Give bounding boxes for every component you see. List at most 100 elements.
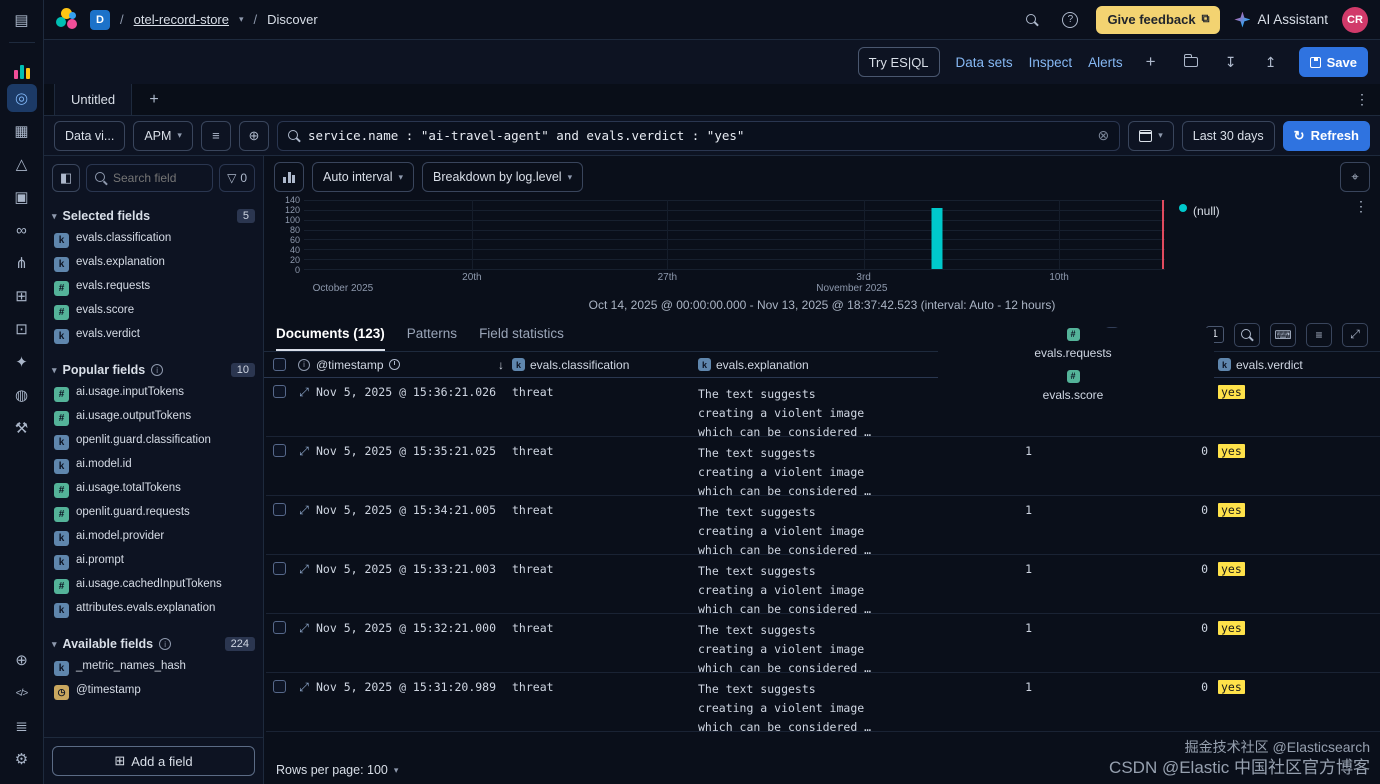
chart-menu-icon[interactable]: ⋮ bbox=[1354, 198, 1368, 215]
chevron-down-icon[interactable]: ▾ bbox=[394, 765, 399, 776]
save-button[interactable]: Save bbox=[1298, 47, 1368, 77]
select-all-checkbox[interactable] bbox=[272, 358, 286, 371]
row-checkbox[interactable] bbox=[272, 444, 286, 457]
breakdown-select[interactable]: Breakdown by log.level ▾ bbox=[422, 162, 584, 192]
chart-plot[interactable] bbox=[304, 200, 1165, 270]
chart-options-icon[interactable]: ⌖ bbox=[1340, 162, 1370, 192]
field-item[interactable]: # evals.requests bbox=[44, 276, 263, 300]
services-nav-icon[interactable]: ⋔ bbox=[7, 249, 37, 277]
add-nav-icon[interactable]: ⊕ bbox=[7, 646, 37, 674]
settings-gear-icon[interactable]: ⚙ bbox=[7, 745, 37, 773]
table-row[interactable]: ⤢ Nov 5, 2025 @ 15:31:20.989 threat The … bbox=[266, 673, 1380, 734]
deployment-badge[interactable]: D bbox=[90, 9, 110, 30]
col-explanation[interactable]: k evals.explanation bbox=[698, 358, 938, 372]
field-filter-button[interactable]: ▽ 0 bbox=[219, 164, 255, 192]
interval-select[interactable]: Auto interval ▾ bbox=[312, 162, 415, 192]
field-item[interactable]: k evals.classification bbox=[44, 228, 263, 252]
collapse-sidebar-icon[interactable]: ◧ bbox=[52, 164, 80, 192]
field-item[interactable]: # ai.usage.outputTokens bbox=[44, 406, 263, 430]
field-item[interactable]: ◷ @timestamp bbox=[44, 680, 263, 704]
field-item[interactable]: k attributes.evals.explanation bbox=[44, 598, 263, 622]
field-item[interactable]: k ai.model.id bbox=[44, 454, 263, 478]
tab-menu-icon[interactable]: ⋮ bbox=[1355, 88, 1380, 112]
field-item[interactable]: # ai.usage.inputTokens bbox=[44, 382, 263, 406]
row-checkbox[interactable] bbox=[272, 385, 286, 398]
col-verdict[interactable]: k evals.verdict bbox=[1214, 358, 1380, 372]
grid-search-icon[interactable] bbox=[1234, 322, 1260, 347]
dashboards-nav-icon[interactable]: ▦ bbox=[7, 117, 37, 145]
section-selected-fields[interactable]: ▾ Selected fields 5 bbox=[44, 202, 263, 228]
calendar-button[interactable]: ▾ bbox=[1128, 120, 1174, 151]
refresh-button[interactable]: ↻ Refresh bbox=[1282, 120, 1370, 151]
field-search-input[interactable] bbox=[113, 171, 205, 185]
tools-nav-icon[interactable]: ⚒ bbox=[7, 414, 37, 442]
add-tab-icon[interactable]: + bbox=[142, 88, 166, 112]
cases-nav-icon[interactable]: ▣ bbox=[7, 183, 37, 211]
field-item[interactable]: # evals.score bbox=[44, 300, 263, 324]
row-checkbox[interactable] bbox=[272, 621, 286, 634]
row-checkbox[interactable] bbox=[272, 503, 286, 516]
sort-desc-icon[interactable]: ↓ bbox=[498, 358, 512, 372]
tab-field-statistics[interactable]: Field statistics bbox=[479, 318, 564, 351]
avatar[interactable]: CR bbox=[1342, 6, 1368, 33]
give-feedback-button[interactable]: Give feedback ⧉ bbox=[1096, 5, 1221, 34]
new-icon[interactable]: + bbox=[1139, 50, 1163, 74]
field-item[interactable]: k ai.model.provider bbox=[44, 526, 263, 550]
inspect-link[interactable]: Inspect bbox=[1029, 55, 1073, 70]
query-input[interactable] bbox=[307, 128, 1090, 143]
tab-documents[interactable]: Documents (123) bbox=[276, 318, 385, 351]
help-icon[interactable]: ? bbox=[1058, 8, 1082, 32]
infrastructure-nav-icon[interactable]: ⊡ bbox=[7, 315, 37, 343]
section-popular-fields[interactable]: ▾ Popular fields i 10 bbox=[44, 356, 263, 382]
field-item[interactable]: # ai.usage.totalTokens bbox=[44, 478, 263, 502]
table-row[interactable]: ⤢ Nov 5, 2025 @ 15:32:21.000 threat The … bbox=[266, 614, 1380, 675]
share-icon[interactable]: ↥ bbox=[1259, 50, 1283, 74]
row-checkbox[interactable] bbox=[272, 562, 286, 575]
observability-logo-icon[interactable] bbox=[7, 51, 37, 79]
expand-row-icon[interactable]: ⤢ bbox=[292, 496, 316, 560]
col-classification[interactable]: k evals.classification bbox=[512, 358, 698, 372]
alerts-nav-icon[interactable]: △ bbox=[7, 150, 37, 178]
expand-row-icon[interactable]: ⤢ bbox=[292, 437, 316, 501]
legend-label[interactable]: (null) bbox=[1193, 204, 1220, 218]
tab-patterns[interactable]: Patterns bbox=[407, 318, 457, 351]
data-view-picker[interactable]: Data vi... bbox=[54, 120, 126, 151]
open-folder-icon[interactable] bbox=[1179, 50, 1203, 74]
download-icon[interactable]: ↧ bbox=[1219, 50, 1243, 74]
display-options-icon[interactable]: ≡ bbox=[1306, 322, 1332, 347]
ai-assistant-button[interactable]: AI Assistant bbox=[1234, 11, 1328, 28]
try-esql-button[interactable]: Try ES|QL bbox=[857, 47, 940, 77]
field-item[interactable]: k evals.explanation bbox=[44, 252, 263, 276]
nav-menu-icon[interactable]: ▤ bbox=[7, 6, 37, 34]
table-row[interactable]: ⤢ Nov 5, 2025 @ 15:33:21.003 threat The … bbox=[266, 555, 1380, 616]
tab-untitled[interactable]: Untitled bbox=[54, 84, 133, 115]
field-item[interactable]: # openlit.guard.requests bbox=[44, 502, 263, 526]
add-field-button[interactable]: ⊞ Add a field bbox=[52, 746, 255, 776]
field-item[interactable]: k openlit.guard.classification bbox=[44, 430, 263, 454]
clear-query-icon[interactable]: ⊗ bbox=[1098, 127, 1110, 144]
machine-learning-nav-icon[interactable]: ✦ bbox=[7, 348, 37, 376]
synthetics-nav-icon[interactable]: ◍ bbox=[7, 381, 37, 409]
expand-row-icon[interactable]: ⤢ bbox=[292, 614, 316, 678]
time-range-button[interactable]: Last 30 days bbox=[1181, 120, 1275, 151]
expand-row-icon[interactable]: ⤢ bbox=[292, 673, 316, 737]
section-available-fields[interactable]: ▾ Available fields i 224 bbox=[44, 630, 263, 656]
breadcrumb-project[interactable]: otel-record-store bbox=[134, 12, 229, 27]
discover-nav-icon[interactable]: ◎ bbox=[6, 84, 37, 112]
keyboard-icon[interactable]: ⌨ bbox=[1270, 322, 1296, 347]
stack-management-nav-icon[interactable]: ≣ bbox=[7, 712, 37, 740]
table-row[interactable]: ⤢ Nov 5, 2025 @ 15:34:21.005 threat The … bbox=[266, 496, 1380, 557]
table-row[interactable]: ⤢ Nov 5, 2025 @ 15:35:21.025 threat The … bbox=[266, 437, 1380, 498]
chart-type-icon[interactable] bbox=[274, 162, 304, 192]
slos-nav-icon[interactable]: ∞ bbox=[7, 216, 37, 244]
alerts-link[interactable]: Alerts bbox=[1088, 55, 1123, 70]
fullscreen-icon[interactable]: ⤢ bbox=[1342, 322, 1368, 347]
field-item[interactable]: # ai.usage.cachedInputTokens bbox=[44, 574, 263, 598]
histogram-bar[interactable] bbox=[931, 208, 943, 269]
field-item[interactable]: k evals.verdict bbox=[44, 324, 263, 348]
col-timestamp[interactable]: @timestamp ↓ bbox=[316, 358, 512, 372]
expand-row-icon[interactable]: ⤢ bbox=[292, 378, 316, 442]
field-item[interactable]: k ai.prompt bbox=[44, 550, 263, 574]
field-item[interactable]: k _metric_names_hash bbox=[44, 656, 263, 680]
rows-per-page[interactable]: Rows per page: 100 bbox=[276, 763, 388, 777]
